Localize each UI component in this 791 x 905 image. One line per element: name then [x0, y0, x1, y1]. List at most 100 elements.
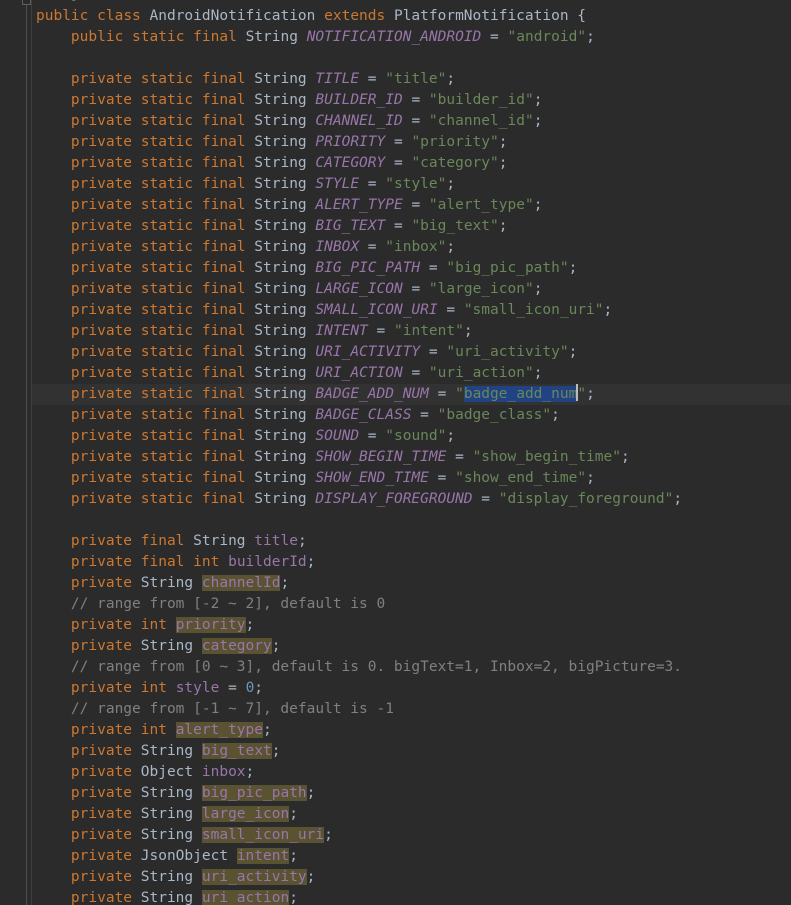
code-token: ;	[289, 806, 298, 822]
code-token: ;	[245, 617, 255, 633]
code-line[interactable]: private static final String TITLE = "tit…	[0, 69, 791, 90]
code-line[interactable]: private String big_pic_path;	[0, 783, 791, 804]
code-token: final	[201, 134, 246, 150]
code-token: CHANNEL_ID	[315, 113, 403, 129]
code-line[interactable]: private static final String STYLE = "sty…	[0, 174, 791, 195]
code-content[interactable]: public class AndroidNotification extends…	[0, 0, 791, 905]
code-line[interactable]: // range from [-2 ~ 2], default is 0	[0, 594, 791, 615]
code-token: ;	[533, 197, 543, 213]
code-token: ;	[673, 491, 683, 507]
code-line[interactable]: private static final String INTENT = "in…	[0, 321, 791, 342]
code-token: static	[140, 491, 194, 507]
code-token: =	[420, 260, 447, 276]
code-token: String	[254, 218, 307, 234]
code-token: =	[402, 92, 429, 108]
code-line[interactable]: private static final String CHANNEL_ID =…	[0, 111, 791, 132]
code-line[interactable]: private static final String URI_ACTIVITY…	[0, 342, 791, 363]
code-line[interactable]: private static final String PRIORITY = "…	[0, 132, 791, 153]
code-token: =	[402, 365, 429, 381]
code-line[interactable]	[0, 510, 791, 531]
code-line[interactable]: private static final String BIG_TEXT = "…	[0, 216, 791, 237]
code-line[interactable]: private final int builderId;	[0, 552, 791, 573]
code-line[interactable]: public class AndroidNotification extends…	[0, 6, 791, 27]
code-line[interactable]: private int style = 0;	[0, 678, 791, 699]
code-token: static	[140, 344, 194, 360]
code-line[interactable]: private static final String DISPLAY_FORE…	[0, 489, 791, 510]
code-token: class	[97, 8, 141, 24]
fold-gutter[interactable]	[0, 0, 32, 905]
code-token: ;	[533, 92, 543, 108]
code-token: =	[359, 428, 386, 444]
highlighted-identifier: channelId	[201, 575, 281, 591]
code-line[interactable]: private int priority;	[0, 615, 791, 636]
code-line[interactable]: private static final String URI_ACTION =…	[0, 363, 791, 384]
code-token: final	[201, 491, 246, 507]
code-line[interactable]: private int alert_type;	[0, 720, 791, 741]
code-token: final	[201, 323, 246, 339]
code-line[interactable]	[0, 48, 791, 69]
code-line[interactable]: private static final String CATEGORY = "…	[0, 153, 791, 174]
code-line[interactable]: private JsonObject intent;	[0, 846, 791, 867]
code-token: =	[472, 491, 499, 507]
code-token: int	[140, 680, 167, 696]
code-line[interactable]: private String category;	[0, 636, 791, 657]
code-line[interactable]: private static final String SOUND = "sou…	[0, 426, 791, 447]
code-token: private	[70, 743, 133, 759]
code-line[interactable]: private static final String BADGE_CLASS …	[0, 405, 791, 426]
code-line[interactable]: private String large_icon;	[0, 804, 791, 825]
code-token: Object	[140, 764, 194, 780]
code-token: String	[254, 92, 307, 108]
code-token: "big_pic_path"	[446, 260, 569, 276]
code-line[interactable]: private String small_icon_uri;	[0, 825, 791, 846]
highlighted-identifier: category	[201, 638, 272, 654]
code-editor[interactable]: } public class AndroidNotification exten…	[0, 0, 791, 905]
code-line[interactable]: private static final String SHOW_BEGIN_T…	[0, 447, 791, 468]
code-token: static	[140, 218, 194, 234]
code-line[interactable]: private static final String ALERT_TYPE =…	[0, 195, 791, 216]
code-line[interactable]: private static final String BIG_PIC_PATH…	[0, 258, 791, 279]
code-line[interactable]: private static final String LARGE_ICON =…	[0, 279, 791, 300]
code-line[interactable]: private Object inbox;	[0, 762, 791, 783]
code-line[interactable]: private final String title;	[0, 531, 791, 552]
code-line[interactable]: private static final String SMALL_ICON_U…	[0, 300, 791, 321]
code-line[interactable]: private static final String BUILDER_ID =…	[0, 90, 791, 111]
code-token: String	[254, 71, 307, 87]
code-token: static	[140, 71, 194, 87]
code-token: static	[140, 302, 194, 318]
code-token: =	[367, 323, 394, 339]
code-token: ;	[533, 281, 543, 297]
code-token: final	[201, 449, 246, 465]
code-line[interactable]: private String uri_action;	[0, 888, 791, 905]
code-line[interactable]: private String big_text;	[0, 741, 791, 762]
code-line[interactable]: // range from [-1 ~ 7], default is -1	[0, 699, 791, 720]
code-line[interactable]: private String uri_activity;	[0, 867, 791, 888]
code-line[interactable]: private static final String BADGE_ADD_NU…	[0, 384, 791, 405]
code-line[interactable]: public static final String NOTIFICATION_…	[0, 27, 791, 48]
code-line[interactable]: private String channelId;	[0, 573, 791, 594]
code-token: =	[385, 218, 412, 234]
code-line[interactable]: // range from [0 ~ 3], default is 0. big…	[0, 657, 791, 678]
code-line[interactable]: private static final String SHOW_END_TIM…	[0, 468, 791, 489]
code-line[interactable]: private static final String INBOX = "inb…	[0, 237, 791, 258]
